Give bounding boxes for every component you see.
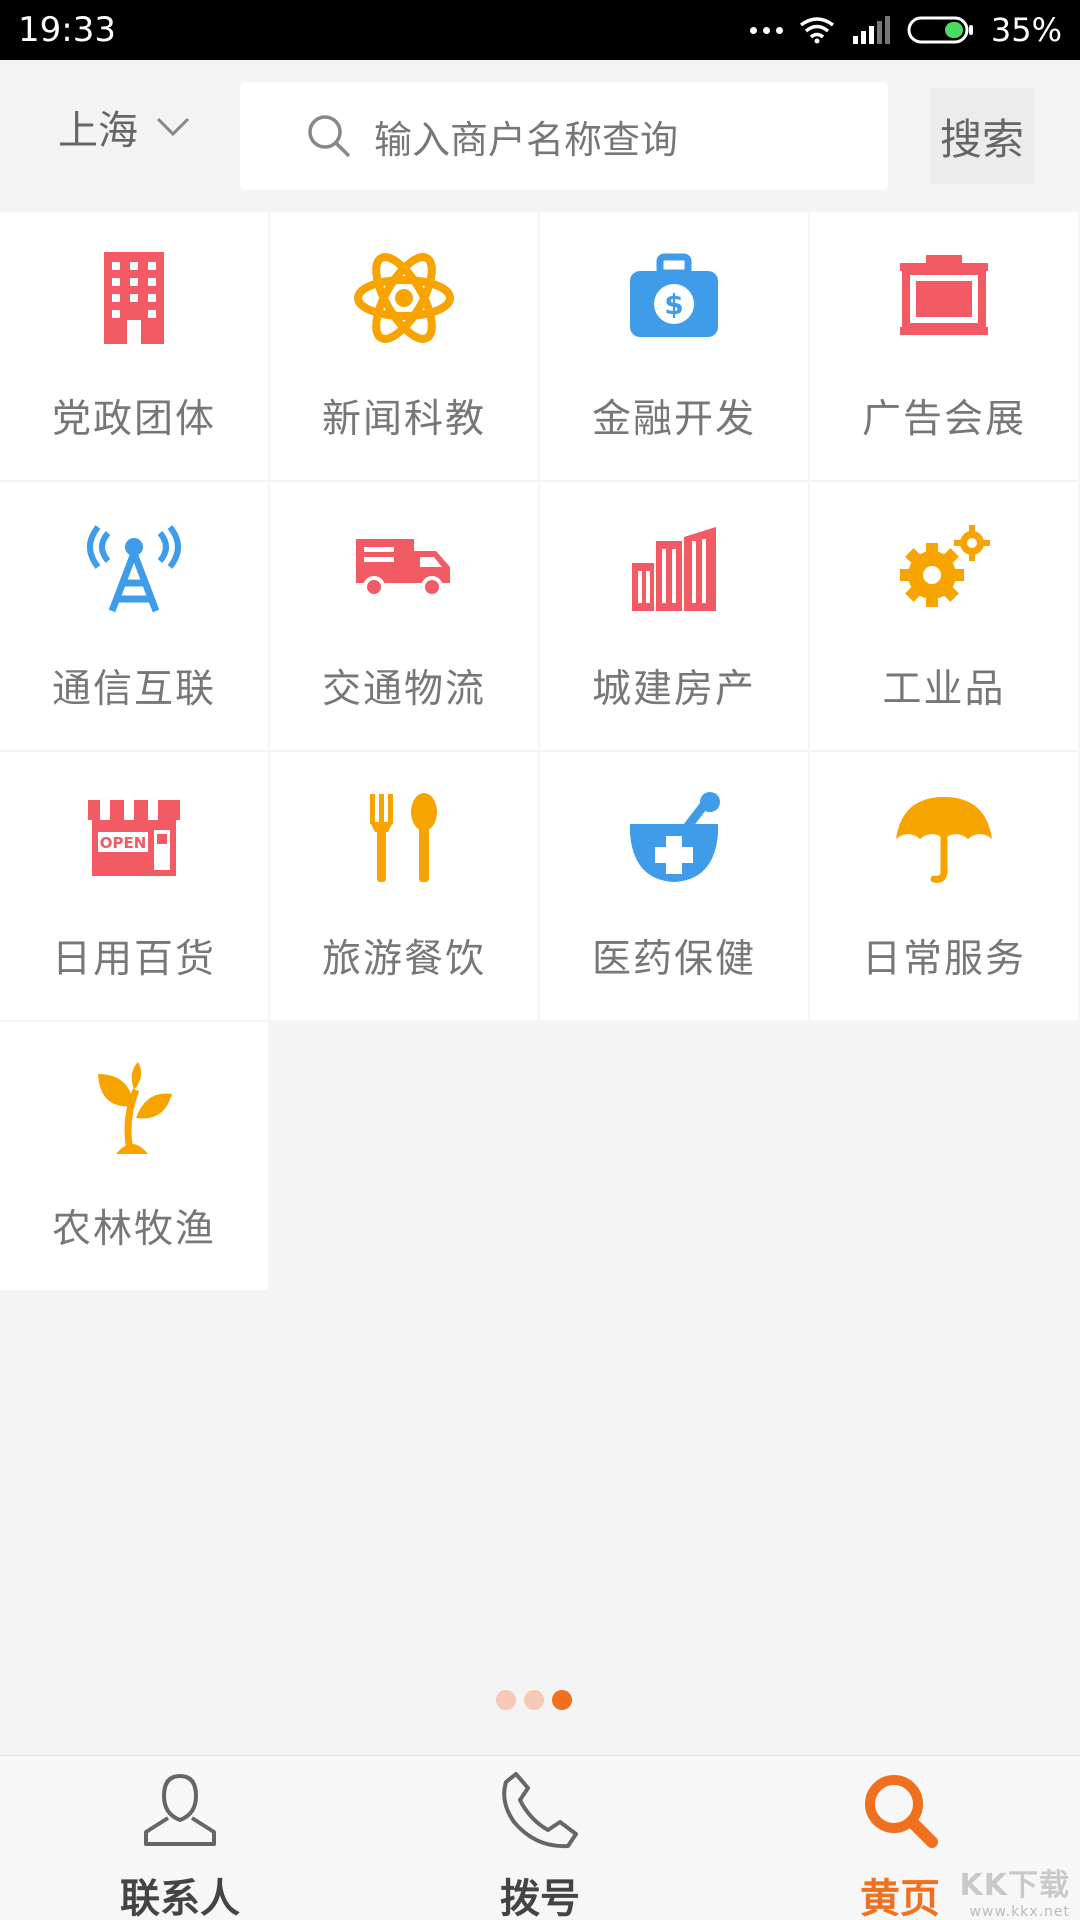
- search-icon: [860, 1770, 940, 1850]
- category-label: 医药保健: [591, 937, 756, 982]
- category-label: 广告会展: [861, 397, 1026, 442]
- category-label: 日用百货: [51, 937, 216, 982]
- city-label: 上海: [58, 108, 138, 154]
- svg-text:$: $: [664, 288, 683, 321]
- search-placeholder: 输入商户名称查询: [374, 117, 679, 162]
- category-telecom[interactable]: 通信互联: [0, 482, 268, 750]
- page-dot-active[interactable]: [552, 1690, 572, 1710]
- bottom-nav: 联系人 拨号 黄页: [0, 1755, 1080, 1920]
- status-bar: 19:33 35%: [0, 0, 1080, 60]
- cell-signal-icon: [852, 16, 890, 44]
- category-daily-goods[interactable]: OPEN 日用百货: [0, 752, 268, 1020]
- category-travel-dining[interactable]: 旅游餐饮: [270, 752, 538, 1020]
- umbrella-icon: [894, 788, 994, 888]
- category-industrial[interactable]: 工业品: [810, 482, 1078, 750]
- phone-icon: [500, 1770, 580, 1850]
- category-label: 通信互联: [51, 667, 216, 712]
- nav-label: 黄页: [860, 1876, 940, 1920]
- category-label: 旅游餐饮: [321, 937, 486, 982]
- category-agriculture[interactable]: 农林牧渔: [0, 1022, 268, 1290]
- category-news-education[interactable]: 新闻科教: [270, 212, 538, 480]
- category-label: 日常服务: [861, 937, 1026, 982]
- city-selector[interactable]: 上海: [58, 100, 190, 154]
- category-label: 工业品: [882, 667, 1006, 712]
- gears-icon: [894, 518, 994, 618]
- contact-person-icon: [140, 1770, 220, 1850]
- category-label: 交通物流: [321, 667, 486, 712]
- search-icon: [308, 115, 351, 158]
- category-medical[interactable]: 医药保健: [540, 752, 808, 1020]
- category-finance[interactable]: $ 金融开发: [540, 212, 808, 480]
- category-advertising[interactable]: 广告会展: [810, 212, 1078, 480]
- fork-spoon-icon: [354, 788, 454, 888]
- building-icon: [84, 248, 184, 348]
- page-dot[interactable]: [524, 1690, 544, 1710]
- more-dots-icon: [749, 26, 783, 34]
- city-buildings-icon: [624, 518, 724, 618]
- category-party-groups[interactable]: 党政团体: [0, 212, 268, 480]
- category-logistics[interactable]: 交通物流: [270, 482, 538, 750]
- category-label: 新闻科教: [321, 397, 486, 442]
- atom-icon: [354, 248, 454, 348]
- nav-contacts[interactable]: 联系人: [0, 1756, 360, 1920]
- category-daily-services[interactable]: 日常服务: [810, 752, 1078, 1020]
- truck-icon: [354, 518, 454, 618]
- watermark-logo: KK下载 www.kkx.net: [960, 1860, 1071, 1920]
- search-button[interactable]: 搜索: [930, 88, 1034, 184]
- watermark-url: www.kkx.net: [969, 1904, 1070, 1920]
- billboard-icon: [894, 248, 994, 348]
- status-time: 19:33: [18, 10, 116, 50]
- category-grid: 党政团体 新闻科教 $ 金融开发 广告会展 通信互联 交通物流 城建房产 工业品…: [0, 212, 1080, 1290]
- nav-label: 联系人: [120, 1876, 240, 1920]
- chevron-down-icon: [156, 117, 190, 137]
- open-shop-icon: OPEN: [84, 788, 184, 888]
- status-icons: 35%: [749, 11, 1062, 49]
- signal-tower-icon: [84, 518, 184, 618]
- category-label: 城建房产: [591, 667, 756, 712]
- wifi-icon: [799, 17, 834, 44]
- sprout-icon: [84, 1058, 184, 1158]
- category-label: 金融开发: [591, 397, 756, 442]
- page-indicator: [496, 1690, 572, 1710]
- watermark-text: KK下载: [959, 1868, 1070, 1903]
- category-real-estate[interactable]: 城建房产: [540, 482, 808, 750]
- nav-label: 拨号: [500, 1876, 580, 1920]
- search-input[interactable]: 输入商户名称查询: [240, 82, 888, 190]
- money-case-icon: $: [624, 248, 724, 348]
- mortar-cross-icon: [624, 788, 724, 888]
- page-dot[interactable]: [496, 1690, 516, 1710]
- search-header: 上海 输入商户名称查询 搜索: [0, 60, 1080, 210]
- category-label: 农林牧渔: [51, 1207, 216, 1252]
- category-label: 党政团体: [51, 397, 216, 442]
- battery-icon: [907, 16, 973, 44]
- battery-percent: 35%: [990, 11, 1062, 49]
- nav-dialer[interactable]: 拨号: [360, 1756, 720, 1920]
- svg-text:OPEN: OPEN: [100, 834, 147, 852]
